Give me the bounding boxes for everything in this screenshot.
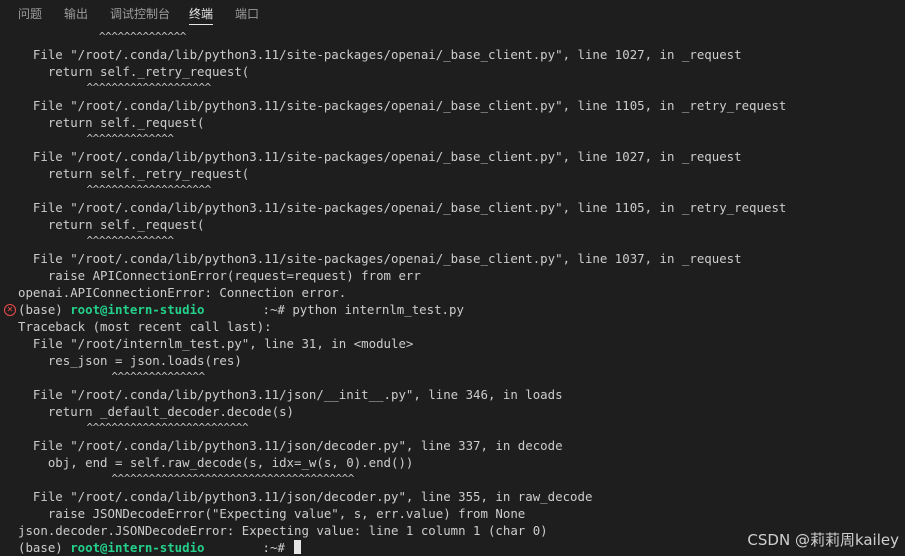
terminal-line: File "/root/.conda/lib/python3.11/site-p… bbox=[18, 200, 787, 215]
terminal-line: ^^^^^^^^^^^^^^^ bbox=[18, 370, 205, 383]
terminal-line: obj, end = self.raw_decode(s, idx=_w(s, … bbox=[18, 455, 414, 470]
terminal-line: File "/root/.conda/lib/python3.11/site-p… bbox=[18, 98, 787, 113]
prompt-command: :~# python internlm_test.py bbox=[262, 302, 464, 317]
terminal-line: openai.APIConnectionError: Connection er… bbox=[18, 285, 347, 300]
terminal-cursor[interactable] bbox=[294, 540, 302, 554]
panel-tab-bar: 问题 输出 调试控制台 终端 端口 bbox=[0, 0, 905, 28]
terminal-line: return self._request( bbox=[18, 217, 205, 232]
tab-debug-console[interactable]: 调试控制台 bbox=[110, 6, 170, 24]
terminal-prompt-line: (base) root@intern-studio :~# python inte… bbox=[18, 301, 464, 318]
prompt-env: (base) bbox=[18, 540, 71, 555]
terminal-line: return _default_decoder.decode(s) bbox=[18, 404, 295, 419]
terminal-line: File "/root/.conda/lib/python3.11/json/d… bbox=[18, 438, 563, 453]
tab-problems[interactable]: 问题 bbox=[18, 6, 42, 24]
watermark: CSDN @莉莉周kailey bbox=[747, 531, 899, 549]
terminal-line: File "/root/internlm_test.py", line 31, … bbox=[18, 336, 414, 351]
terminal-line: json.decoder.JSONDecodeError: Expecting … bbox=[18, 523, 548, 538]
terminal-line: ^^^^^^^^^^^^^^ bbox=[18, 132, 174, 145]
terminal-line: File "/root/.conda/lib/python3.11/json/d… bbox=[18, 489, 593, 504]
terminal-line: return self._request( bbox=[18, 115, 205, 130]
terminal-line: return self._retry_request( bbox=[18, 64, 250, 79]
prompt-command: :~# bbox=[262, 540, 293, 555]
terminal-line: ^^^^^^^^^^^^^^^^^^^^^^^^^^^^^^^^^^^^^^^ bbox=[18, 472, 355, 485]
terminal-line: ^^^^^^^^^^^^^^^^^^^^ bbox=[18, 81, 211, 94]
prompt-env: (base) bbox=[18, 302, 71, 317]
terminal-line: File "/root/.conda/lib/python3.11/site-p… bbox=[18, 47, 742, 62]
terminal-line: File "/root/.conda/lib/python3.11/site-p… bbox=[18, 251, 742, 266]
prompt-user-host: root@intern-studio bbox=[70, 302, 205, 317]
prompt-user-host: root@intern-studio bbox=[70, 540, 205, 555]
tab-terminal[interactable]: 终端 bbox=[189, 6, 214, 25]
terminal-line: File "/root/.conda/lib/python3.11/site-p… bbox=[18, 149, 742, 164]
terminal-line: res_json = json.loads(res) bbox=[18, 353, 242, 368]
terminal-line: File "/root/.conda/lib/python3.11/json/_… bbox=[18, 387, 563, 402]
terminal-line: return self._retry_request( bbox=[18, 166, 250, 181]
terminal-prompt-line: (base) root@intern-studio :~# bbox=[18, 539, 302, 556]
terminal-line: ^^^^^^^^^^^^^^^^^^^^ bbox=[18, 183, 211, 196]
terminal-line: ^^^^^^^^^^^^^^^^^^^^^^^^^^ bbox=[18, 421, 249, 434]
tab-ports[interactable]: 端口 bbox=[235, 6, 259, 24]
terminal-line: ^^^^^^^^^^^^^^ bbox=[18, 30, 187, 43]
terminal-line: raise JSONDecodeError("Expecting value",… bbox=[18, 506, 526, 521]
tab-output[interactable]: 输出 bbox=[64, 6, 88, 24]
terminal-line: Traceback (most recent call last): bbox=[18, 319, 272, 334]
terminal-output[interactable]: ^^^^^^^^^^^^^^ File "/root/.conda/lib/py… bbox=[0, 28, 905, 556]
terminal-line: ^^^^^^^^^^^^^^ bbox=[18, 234, 174, 247]
terminal-line: raise APIConnectionError(request=request… bbox=[18, 268, 421, 283]
error-status-icon[interactable]: ✕ bbox=[4, 304, 16, 316]
